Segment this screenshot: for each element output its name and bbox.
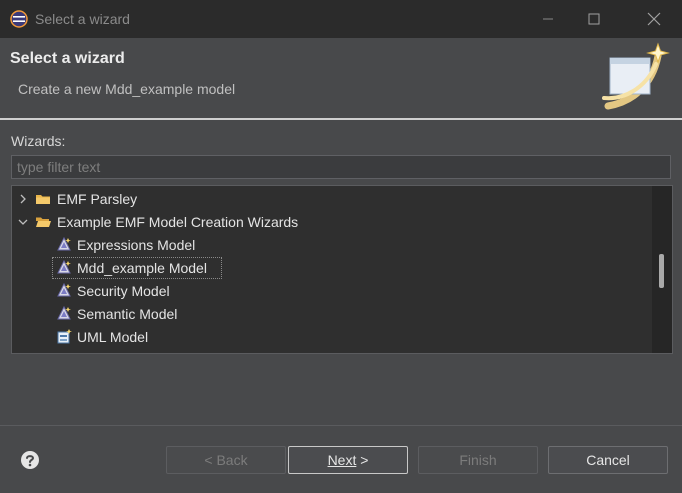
folder-icon (36, 195, 50, 204)
back-button-label: Back (216, 452, 248, 468)
close-icon (647, 12, 661, 26)
window-title: Select a wizard (35, 11, 130, 27)
chevron-down-icon[interactable] (17, 216, 29, 228)
new-wizard-graphic-icon (602, 42, 672, 110)
chevron-right-icon[interactable] (17, 193, 29, 205)
uml-model-icon (57, 329, 72, 344)
filter-input[interactable] (11, 155, 671, 179)
tree-item-partial[interactable] (12, 349, 652, 354)
vertical-scrollbar[interactable] (652, 186, 672, 353)
next-button-label: Next (327, 452, 357, 468)
back-button[interactable]: < Back (166, 446, 286, 474)
tree-item-uml-model[interactable]: UML Model (12, 326, 652, 348)
tree-item-mdd-example-model[interactable]: Mdd_example Model (12, 257, 652, 279)
next-button-suffix: > (356, 452, 369, 468)
wizard-banner: Select a wizard Create a new Mdd_example… (0, 38, 682, 118)
tree-item-label: UML Model (77, 329, 149, 345)
tree-item-label: Example EMF Model Creation Wizards (57, 214, 299, 230)
tree-item-label: Expressions Model (77, 237, 196, 253)
tree-item-label: Semantic Model (77, 306, 178, 322)
folder-open-icon (36, 217, 51, 227)
tree-item-security-model[interactable]: Security Model (12, 280, 652, 302)
banner-subtitle: Create a new Mdd_example model (18, 81, 236, 97)
eclipse-icon (10, 10, 28, 28)
next-button[interactable]: Next > (288, 446, 408, 474)
model-wizard-icon (57, 260, 71, 274)
tree-item-expressions-model[interactable]: Expressions Model (12, 234, 652, 256)
finish-button-label: Finish (459, 452, 497, 468)
cancel-button[interactable]: Cancel (548, 446, 668, 474)
help-icon[interactable] (20, 450, 40, 470)
model-file-icon (56, 352, 72, 354)
minimize-button[interactable] (525, 0, 571, 38)
tree-item-label: EMF Parsley (57, 191, 138, 207)
finish-button[interactable]: Finish (418, 446, 538, 474)
title-bar: Select a wizard (0, 0, 682, 38)
tree-item-label: Mdd_example Model (77, 260, 207, 276)
tree-item-label: Security Model (77, 283, 170, 299)
model-wizard-icon (57, 283, 71, 297)
wizards-label: Wizards: (11, 133, 66, 149)
model-wizard-icon (57, 306, 71, 320)
close-button[interactable] (631, 0, 677, 38)
back-button-prefix: < (204, 452, 217, 468)
maximize-button[interactable] (571, 0, 617, 38)
maximize-icon (588, 13, 600, 25)
tree-item-emf-parsley[interactable]: EMF Parsley (12, 188, 652, 210)
banner-title: Select a wizard (10, 50, 125, 67)
banner-divider (0, 118, 682, 120)
model-wizard-icon (57, 237, 71, 251)
cancel-button-label: Cancel (586, 452, 630, 468)
minimize-icon (543, 18, 553, 20)
tree-item-example-emf-wizards[interactable]: Example EMF Model Creation Wizards (12, 211, 652, 233)
tree-item-semantic-model[interactable]: Semantic Model (12, 303, 652, 325)
wizard-tree[interactable]: EMF Parsley Example EMF Model Creation W… (11, 185, 673, 354)
button-bar-divider (0, 425, 682, 426)
scrollbar-thumb[interactable] (659, 254, 664, 288)
